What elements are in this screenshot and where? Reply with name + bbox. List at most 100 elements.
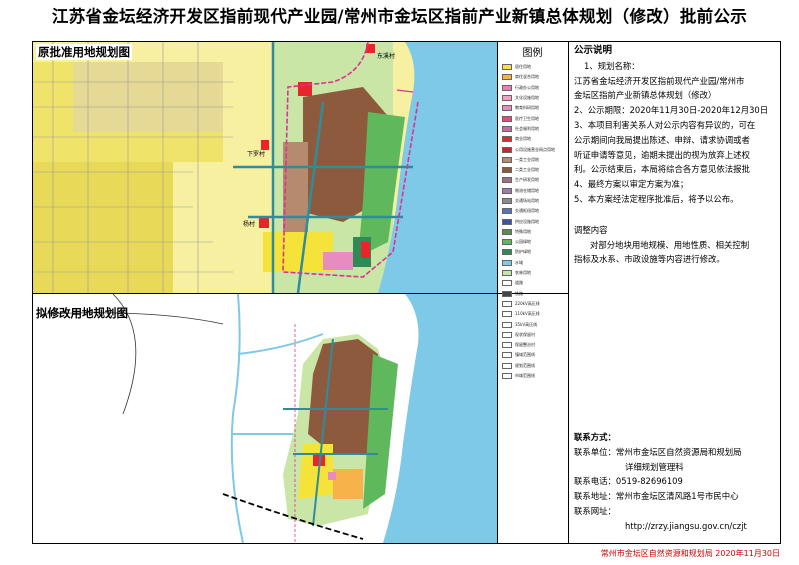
- legend-label: 一类工业用地: [515, 156, 539, 162]
- divider: [568, 41, 569, 544]
- legend-swatch: [502, 352, 512, 359]
- contact-phone: 联系电话：0519-82696109: [574, 476, 683, 487]
- legend-label: 市域范围线: [515, 373, 535, 379]
- contact-address-value: 常州市金坛区清风路1号市民中心: [615, 491, 739, 502]
- panel-title-original: 原批准用地规划图: [36, 44, 132, 60]
- notice-section: 公示说明 1、规划名称： 江苏省金坛经济开发区指前现代产业园/常州市 金坛区指前…: [574, 44, 778, 267]
- legend-swatch: [502, 187, 512, 194]
- legend-item: 公园绿地: [502, 237, 566, 247]
- legend-item: 220kV高压线: [502, 299, 566, 309]
- legend-item: 铁路: [502, 289, 566, 299]
- legend-item: 居住用地: [502, 62, 566, 72]
- legend-label: 物流仓储用地: [515, 187, 539, 193]
- legend-label: 特殊用地: [515, 228, 531, 234]
- village-label: 杨村: [243, 220, 255, 228]
- legend-swatch: [502, 311, 512, 318]
- legend: 居住用地 商住混合用地 行政办公用地 文化设施用地 教育科研用地 医疗卫生用地 社会福利用地…: [502, 62, 566, 381]
- legend-swatch: [502, 74, 512, 81]
- legend-swatch: [502, 156, 512, 163]
- legend-item: 防护绿地: [502, 247, 566, 257]
- contact-address-label: 联系地址：: [574, 491, 616, 502]
- legend-item: 市域范围线: [502, 371, 566, 381]
- legend-item: 农林用地: [502, 268, 566, 278]
- adjust-heading: 调整内容: [574, 224, 608, 235]
- notice-line: 利。公示结束后，本局将综合各方意见依法报批: [574, 164, 750, 175]
- notice-line: 1、规划名称：: [584, 60, 640, 71]
- contact-heading: 联系方式：: [574, 432, 616, 442]
- legend-item: 生产研发用地: [502, 175, 566, 185]
- contact-unit-label: 联系单位：: [574, 446, 616, 457]
- footer-signature: 常州市金坛区自然资源和规划局 2020年11月30日: [600, 549, 780, 558]
- legend-swatch: [502, 239, 512, 246]
- legend-item: 保留整治村: [502, 340, 566, 350]
- legend-label: 居住用地: [515, 64, 531, 70]
- notice-line: 听证申请等意见，逾期未提出的视为放弃上述权: [574, 149, 750, 160]
- legend-label: 农林用地: [515, 270, 531, 276]
- legend-label: 现状保留村: [515, 331, 535, 337]
- legend-label: 220kV高压线: [515, 300, 540, 306]
- page-title: 江苏省金坛经济开发区指前现代产业园/常州市金坛区指前产业新镇总体规划（修改）批前…: [51, 7, 748, 26]
- legend-label: 防护绿地: [515, 249, 531, 255]
- legend-label: 商住混合用地: [515, 74, 539, 80]
- legend-swatch: [502, 321, 512, 328]
- legend-item: 公用设施营业网点用地: [502, 144, 566, 154]
- contact-address: 联系地址：常州市金坛区清风路1号市民中心: [574, 489, 778, 504]
- legend-label: 规划范围线: [515, 362, 535, 368]
- legend-swatch: [502, 228, 512, 235]
- legend-swatch: [502, 259, 512, 266]
- legend-label: 保留整治村: [515, 342, 535, 348]
- legend-swatch: [502, 362, 512, 369]
- contact-unit-value-2: 详细规划管理科: [625, 461, 684, 472]
- legend-label: 水域: [515, 259, 523, 265]
- legend-item: 医疗卫生用地: [502, 113, 566, 123]
- legend-label: 文化设施用地: [515, 95, 539, 101]
- legend-swatch: [502, 290, 512, 297]
- contact-unit-value: 常州市金坛区自然资源局和规划局: [615, 446, 742, 457]
- legend-item: 文化设施用地: [502, 93, 566, 103]
- legend-swatch: [502, 331, 512, 338]
- legend-swatch: [502, 280, 512, 287]
- legend-swatch: [502, 146, 512, 153]
- legend-swatch: [502, 64, 512, 71]
- notice-line: 江苏省金坛经济开发区指前现代产业园/常州市: [574, 75, 745, 86]
- legend-label: 交通枢纽用地: [515, 208, 539, 214]
- legend-swatch: [502, 300, 512, 307]
- notice-line: 4、最终方案以审定方案为准；: [574, 179, 689, 190]
- legend-label: 公用设施营业网点用地: [515, 146, 555, 152]
- village-label: 东溪村: [377, 52, 395, 60]
- adjust-line: 对部分地块用地规模、用地性质、相关控制: [590, 239, 750, 250]
- legend-label: 交通场站用地: [515, 198, 539, 203]
- legend-item: 一类工业用地: [502, 155, 566, 165]
- legend-label: 110kV高压线: [515, 311, 540, 317]
- legend-label: 35kV高压线: [515, 321, 538, 327]
- legend-label: 道路: [515, 280, 523, 286]
- legend-swatch: [502, 208, 512, 215]
- legend-item: 交通枢纽用地: [502, 206, 566, 216]
- notice-line: 金坛区指前产业新镇总体规划（修改）: [574, 90, 717, 101]
- contact-section: 联系方式： 联系单位：常州市金坛区自然资源局和规划局 详细规划管理科 联系电话：…: [574, 430, 778, 534]
- legend-swatch: [502, 115, 512, 122]
- legend-item: 物流仓储用地: [502, 186, 566, 196]
- notice-line: 公示期间向我局提出陈述、申辩、请求协调或者: [574, 134, 750, 145]
- legend-label: 教育科研用地: [515, 105, 539, 111]
- legend-swatch: [502, 218, 512, 225]
- legend-swatch: [502, 95, 512, 102]
- legend-item: 规划范围线: [502, 361, 566, 371]
- legend-label: 行政办公用地: [515, 84, 539, 90]
- original-land-use-map: 东溪村 下罗村 杨村: [33, 42, 497, 293]
- legend-swatch: [502, 249, 512, 256]
- legend-swatch: [502, 167, 512, 174]
- legend-swatch: [502, 177, 512, 184]
- legend-swatch: [502, 105, 512, 112]
- legend-item: 110kV高压线: [502, 309, 566, 319]
- notice-line: 2、公示期限：2020年11月30日-2020年12月30日: [574, 105, 769, 116]
- notice-heading: 公示说明: [574, 45, 613, 56]
- legend-swatch: [502, 84, 512, 91]
- contact-web-link[interactable]: http://zrzy.jiangsu.gov.cn/czjt: [574, 519, 778, 534]
- legend-label: 商业用地: [515, 136, 531, 142]
- legend-item: 特殊用地: [502, 227, 566, 237]
- legend-item: 道路: [502, 278, 566, 288]
- legend-swatch: [502, 373, 512, 380]
- legend-label: 镇域范围线: [515, 352, 535, 358]
- legend-item: 二类工业用地: [502, 165, 566, 175]
